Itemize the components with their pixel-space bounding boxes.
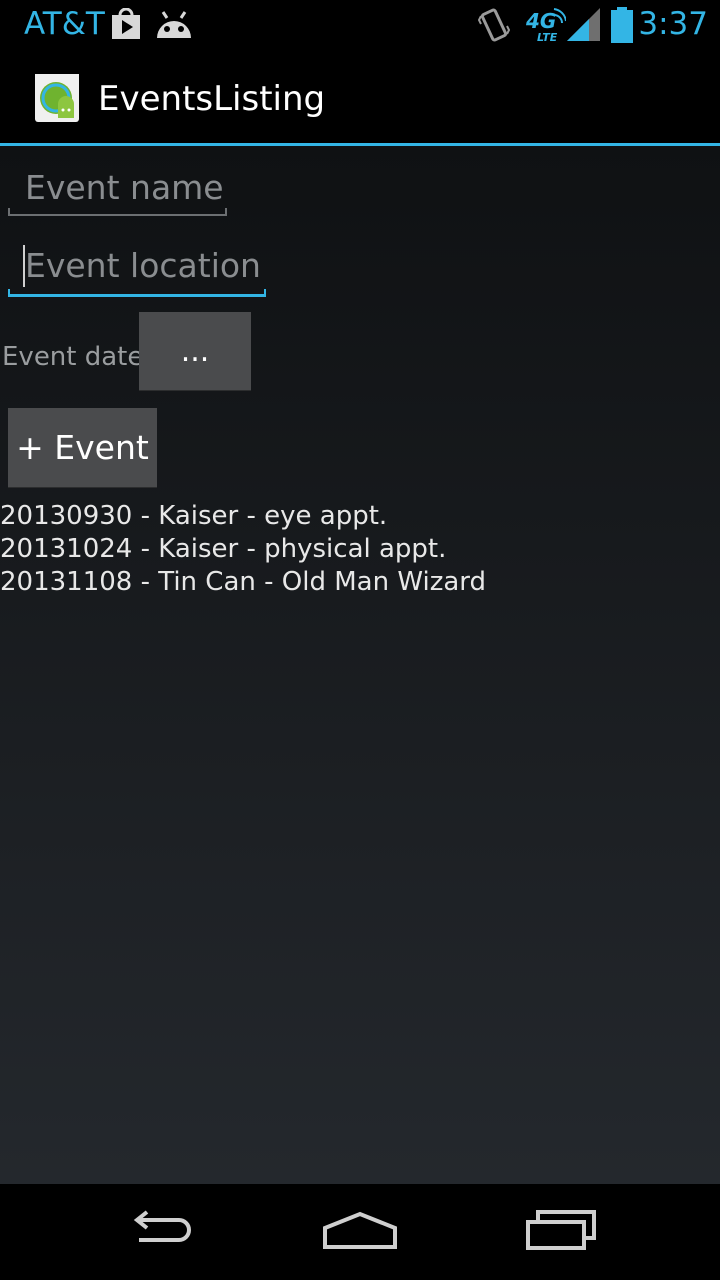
content-area: Event name Event location Event date ...… — [0, 146, 720, 1184]
event-location-underline-left — [8, 289, 10, 297]
home-button[interactable] — [315, 1204, 405, 1260]
app-icon[interactable] — [34, 72, 80, 124]
network-badge-top: 4G — [525, 9, 556, 33]
recent-apps-button[interactable] — [517, 1204, 607, 1260]
network-badge-bottom: LTE — [537, 31, 558, 44]
event-location-placeholder: Event location — [25, 246, 261, 285]
list-item[interactable]: 20130930 - Kaiser - eye appt. — [0, 500, 486, 533]
action-bar: EventsListing — [0, 50, 720, 146]
status-bar: AT&T 4G LTE 3:37 — [0, 0, 720, 50]
event-location-underline — [8, 294, 266, 297]
event-date-picker-button[interactable]: ... — [139, 312, 251, 391]
home-icon — [322, 1210, 398, 1254]
list-item[interactable]: 20131024 - Kaiser - physical appt. — [0, 533, 486, 566]
battery-icon — [611, 7, 633, 47]
back-button[interactable] — [115, 1204, 205, 1260]
vibrate-icon — [477, 6, 511, 48]
4g-lte-icon: 4G LTE — [524, 6, 567, 48]
event-name-placeholder: Event name — [25, 168, 224, 207]
event-name-underline — [8, 214, 227, 216]
event-list: 20130930 - Kaiser - eye appt. 20131024 -… — [0, 500, 486, 599]
event-name-input[interactable]: Event name — [8, 162, 227, 216]
app-title: EventsListing — [98, 79, 326, 119]
android-debug-icon — [155, 10, 193, 44]
back-icon — [125, 1210, 195, 1254]
event-name-underline-left — [8, 208, 10, 216]
list-item[interactable]: 20131108 - Tin Can - Old Man Wizard — [0, 566, 486, 599]
carrier-name: AT&T — [24, 6, 105, 42]
event-location-input[interactable]: Event location — [8, 241, 266, 297]
add-event-button[interactable]: + Event — [8, 408, 157, 488]
recent-apps-icon — [526, 1210, 598, 1254]
clock: 3:37 — [638, 6, 708, 42]
play-store-notification-icon — [110, 7, 142, 44]
signal-icon — [567, 8, 603, 46]
event-location-underline-right — [264, 289, 266, 297]
event-date-label: Event date — [2, 342, 144, 372]
event-name-underline-right — [225, 208, 227, 216]
navigation-bar — [0, 1184, 720, 1280]
